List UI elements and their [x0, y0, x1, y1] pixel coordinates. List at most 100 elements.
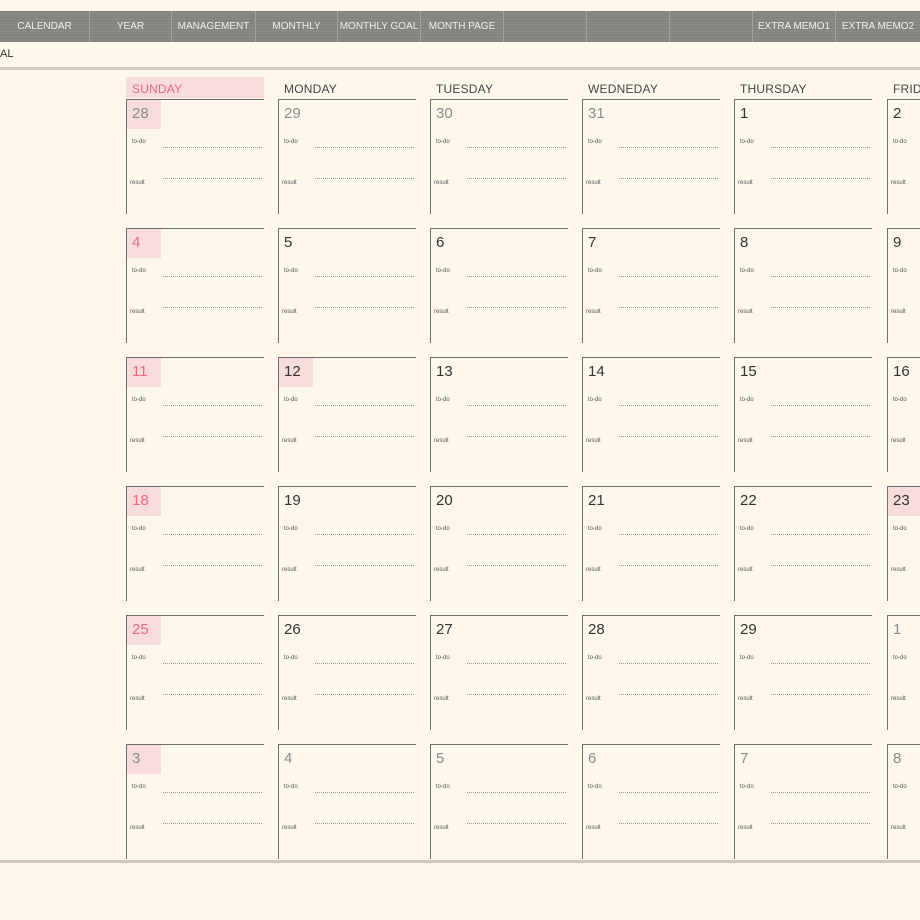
day-cell[interactable]: 5 to-do result [430, 744, 568, 859]
result-line[interactable] [163, 178, 262, 179]
day-cell[interactable]: 29 to-do result [278, 99, 416, 214]
result-line[interactable] [771, 436, 870, 437]
tab-calendar[interactable]: CALENDAR [0, 11, 90, 42]
day-cell[interactable]: 1 to-do result [734, 99, 872, 214]
todo-line[interactable] [163, 276, 262, 277]
day-cell[interactable]: 2 to-do result [887, 99, 920, 214]
result-line[interactable] [315, 823, 414, 824]
result-line[interactable] [467, 565, 566, 566]
result-line[interactable] [163, 565, 262, 566]
tab-monthly-goal[interactable]: MONTHLY GOAL [338, 11, 421, 42]
tab-year[interactable]: YEAR [90, 11, 172, 42]
todo-line[interactable] [771, 147, 870, 148]
todo-line[interactable] [771, 276, 870, 277]
todo-line[interactable] [619, 792, 718, 793]
todo-line[interactable] [467, 792, 566, 793]
tab-extra-memo2[interactable]: EXTRA MEMO2 [836, 11, 920, 42]
day-cell[interactable]: 1 to-do result [887, 615, 920, 730]
result-line[interactable] [771, 694, 870, 695]
day-cell[interactable]: 7 to-do result [734, 744, 872, 859]
day-cell[interactable]: 4 to-do result [126, 228, 264, 343]
day-cell[interactable]: 14 to-do result [582, 357, 720, 472]
day-cell[interactable]: 20 to-do result [430, 486, 568, 601]
result-line[interactable] [315, 436, 414, 437]
todo-line[interactable] [163, 534, 262, 535]
todo-line[interactable] [315, 147, 414, 148]
tab-empty-2[interactable] [587, 11, 670, 42]
day-cell[interactable]: 9 to-do result [887, 228, 920, 343]
day-cell[interactable]: 29 to-do result [734, 615, 872, 730]
day-cell[interactable]: 12 to-do result [278, 357, 416, 472]
todo-line[interactable] [163, 405, 262, 406]
todo-line[interactable] [315, 276, 414, 277]
day-cell[interactable]: 23 to-do result [887, 486, 920, 601]
result-line[interactable] [163, 694, 262, 695]
result-line[interactable] [619, 694, 718, 695]
day-cell[interactable]: 21 to-do result [582, 486, 720, 601]
todo-line[interactable] [619, 663, 718, 664]
result-line[interactable] [619, 178, 718, 179]
day-cell[interactable]: 27 to-do result [430, 615, 568, 730]
todo-line[interactable] [467, 147, 566, 148]
result-line[interactable] [771, 823, 870, 824]
todo-line[interactable] [771, 663, 870, 664]
day-cell[interactable]: 28 to-do result [126, 99, 264, 214]
todo-line[interactable] [771, 792, 870, 793]
todo-line[interactable] [467, 534, 566, 535]
todo-line[interactable] [163, 663, 262, 664]
result-line[interactable] [163, 307, 262, 308]
todo-line[interactable] [315, 792, 414, 793]
todo-line[interactable] [619, 534, 718, 535]
todo-line[interactable] [315, 405, 414, 406]
day-cell[interactable]: 3 to-do result [126, 744, 264, 859]
result-line[interactable] [315, 565, 414, 566]
day-cell[interactable]: 6 to-do result [430, 228, 568, 343]
day-cell[interactable]: 15 to-do result [734, 357, 872, 472]
todo-line[interactable] [467, 405, 566, 406]
result-line[interactable] [771, 307, 870, 308]
result-line[interactable] [467, 694, 566, 695]
result-line[interactable] [163, 436, 262, 437]
result-line[interactable] [771, 565, 870, 566]
result-line[interactable] [467, 307, 566, 308]
todo-line[interactable] [771, 405, 870, 406]
result-line[interactable] [315, 307, 414, 308]
day-cell[interactable]: 16 to-do result [887, 357, 920, 472]
todo-line[interactable] [619, 147, 718, 148]
tab-monthly[interactable]: MONTHLY [256, 11, 338, 42]
day-cell[interactable]: 19 to-do result [278, 486, 416, 601]
day-cell[interactable]: 11 to-do result [126, 357, 264, 472]
result-line[interactable] [467, 823, 566, 824]
day-cell[interactable]: 8 to-do result [887, 744, 920, 859]
day-cell[interactable]: 8 to-do result [734, 228, 872, 343]
result-line[interactable] [467, 178, 566, 179]
day-cell[interactable]: 26 to-do result [278, 615, 416, 730]
day-cell[interactable]: 28 to-do result [582, 615, 720, 730]
result-line[interactable] [163, 823, 262, 824]
tab-empty-1[interactable] [504, 11, 587, 42]
day-cell[interactable]: 18 to-do result [126, 486, 264, 601]
result-line[interactable] [771, 178, 870, 179]
day-cell[interactable]: 5 to-do result [278, 228, 416, 343]
todo-line[interactable] [619, 276, 718, 277]
todo-line[interactable] [467, 663, 566, 664]
result-line[interactable] [315, 694, 414, 695]
todo-line[interactable] [163, 792, 262, 793]
day-cell[interactable]: 13 to-do result [430, 357, 568, 472]
tab-management[interactable]: MANAGEMENT [172, 11, 256, 42]
todo-line[interactable] [467, 276, 566, 277]
tab-empty-3[interactable] [670, 11, 753, 42]
result-line[interactable] [467, 436, 566, 437]
day-cell[interactable]: 6 to-do result [582, 744, 720, 859]
day-cell[interactable]: 31 to-do result [582, 99, 720, 214]
todo-line[interactable] [619, 405, 718, 406]
todo-line[interactable] [163, 147, 262, 148]
result-line[interactable] [619, 565, 718, 566]
todo-line[interactable] [315, 663, 414, 664]
todo-line[interactable] [771, 534, 870, 535]
day-cell[interactable]: 4 to-do result [278, 744, 416, 859]
day-cell[interactable]: 30 to-do result [430, 99, 568, 214]
day-cell[interactable]: 7 to-do result [582, 228, 720, 343]
day-cell[interactable]: 25 to-do result [126, 615, 264, 730]
result-line[interactable] [619, 307, 718, 308]
